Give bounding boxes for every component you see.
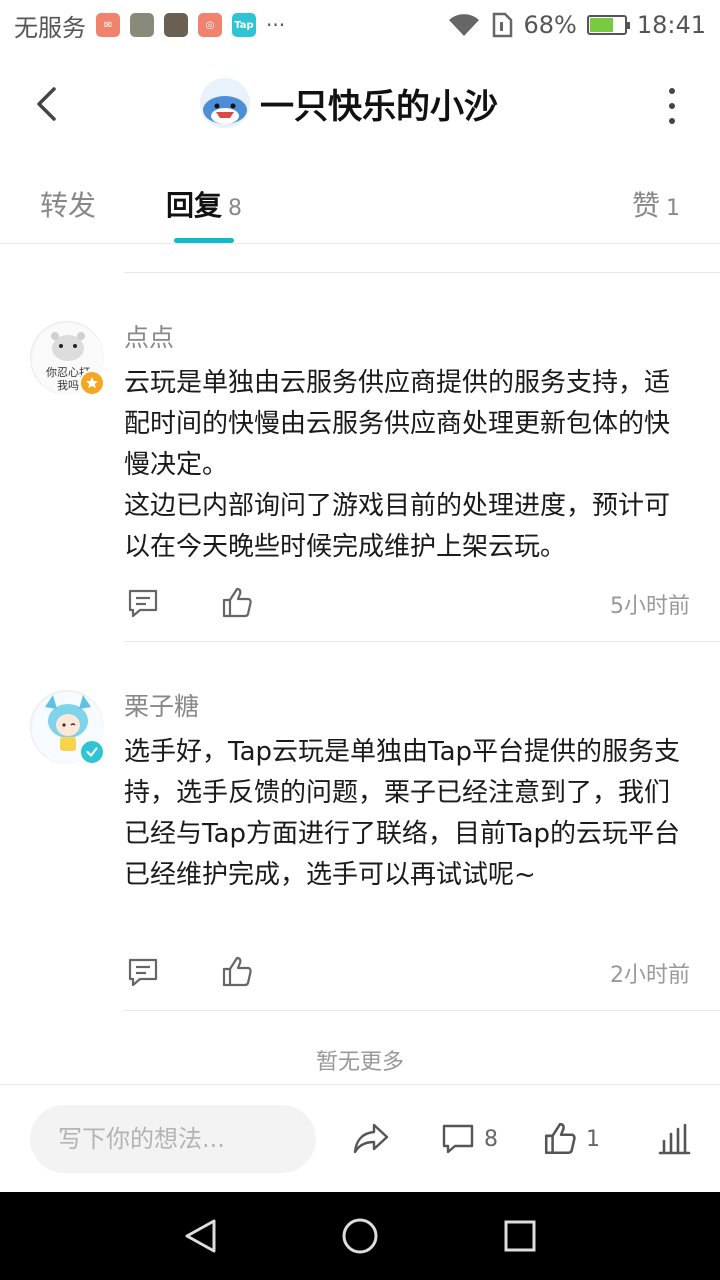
circle-home-icon [342, 1218, 378, 1254]
header: 一只快乐的小沙 [0, 50, 720, 160]
thumbs-up-icon[interactable] [220, 955, 254, 989]
square-recents-icon [504, 1220, 536, 1252]
divider [124, 1010, 720, 1011]
nav-recents-button[interactable] [500, 1216, 540, 1256]
dot [669, 88, 675, 94]
active-tab-indicator [174, 238, 234, 243]
tab-like-count: 1 [666, 196, 680, 221]
bottom-action-bar: 8 1 [0, 1084, 720, 1192]
tab-like[interactable]: 赞1 [632, 184, 680, 224]
tab-like-label: 赞 [631, 189, 660, 222]
comment-icon [442, 1124, 474, 1154]
author-avatar [200, 78, 250, 128]
comment-author[interactable]: 点点 [124, 318, 174, 354]
battery-level-fill [589, 18, 613, 32]
bar-chart-icon [658, 1123, 691, 1155]
page-title: 一只快乐的小沙 [260, 86, 498, 127]
nav-back-button[interactable] [180, 1216, 220, 1256]
stats-button[interactable] [656, 1119, 692, 1159]
triangle-back-icon [185, 1219, 216, 1253]
comment-count: 8 [484, 1126, 498, 1152]
official-badge-icon [79, 370, 105, 396]
like-count: 1 [586, 1126, 600, 1152]
thumbs-up-icon[interactable] [220, 586, 254, 620]
reply-list[interactable]: 你忍心打 我吗 点点 云玩是单独由云服务供应商提供的服务支持，适配时间的快慢由云… [0, 244, 720, 1084]
divider [124, 641, 720, 642]
avatar[interactable] [30, 690, 105, 765]
reply-input[interactable] [30, 1105, 316, 1173]
comment-time: 5小时前 [610, 594, 690, 619]
reply-icon[interactable] [126, 586, 160, 620]
tab-bar: 转发 回复 8 赞1 [0, 160, 720, 244]
more-notifications-icon: ··· [266, 13, 286, 37]
comment-actions: 5小时前 [124, 586, 690, 626]
nav-home-button[interactable] [340, 1216, 380, 1256]
comment-actions: 2小时前 [124, 955, 690, 995]
more-options-button[interactable] [662, 88, 682, 124]
dot [669, 103, 675, 109]
app-notification-icon: ◎ [198, 13, 222, 37]
reply-icon[interactable] [126, 955, 160, 989]
comment-time: 2小时前 [610, 963, 690, 988]
tap-notification-icon: Tap [232, 13, 256, 37]
status-bar: 无服务 ✉ ◎ Tap ··· 68% 18:41 [0, 0, 720, 50]
tab-forward-label: 转发 [40, 189, 97, 222]
sim-icon [493, 12, 513, 38]
tab-reply-count: 8 [228, 196, 243, 221]
photo-notification-icon [164, 13, 188, 37]
system-navigation-bar [0, 1192, 720, 1280]
like-button[interactable]: 1 [542, 1119, 600, 1159]
tab-reply-label: 回复 [166, 189, 223, 222]
shark-avatar-icon [200, 78, 250, 128]
wifi-icon [449, 14, 480, 36]
clock: 18:41 [636, 11, 706, 39]
comment-text: 选手好，Tap云玩是单独由Tap平台提供的服务支持，选手反馈的问题，栗子已经注意… [124, 737, 681, 890]
photo-notification-icon [130, 13, 154, 37]
thumbs-up-icon [544, 1122, 576, 1155]
carrier-label: 无服务 [14, 13, 86, 42]
title-group[interactable]: 一只快乐的小沙 [200, 78, 498, 128]
end-of-list-label: 暂无更多 [315, 1050, 404, 1075]
dot [669, 118, 675, 124]
battery-icon [586, 15, 630, 35]
comment-text: 云玩是单独由云服务供应商提供的服务支持，适配时间的快慢由云服务供应商处理更新包体… [124, 368, 671, 562]
chevron-left-icon [37, 87, 56, 121]
comment-author[interactable]: 栗子糖 [124, 687, 199, 723]
mail-notification-icon: ✉ [96, 13, 120, 37]
back-button[interactable] [26, 84, 66, 124]
avatar[interactable]: 你忍心打 我吗 [30, 321, 105, 396]
divider [124, 272, 720, 273]
share-button[interactable] [352, 1119, 390, 1159]
tab-reply[interactable]: 回复 8 [166, 184, 242, 224]
battery-percent: 68% [523, 11, 577, 39]
share-icon [353, 1123, 389, 1154]
verified-badge-icon [79, 739, 105, 765]
tab-forward[interactable]: 转发 [40, 184, 96, 224]
comment-button[interactable]: 8 [440, 1119, 498, 1159]
